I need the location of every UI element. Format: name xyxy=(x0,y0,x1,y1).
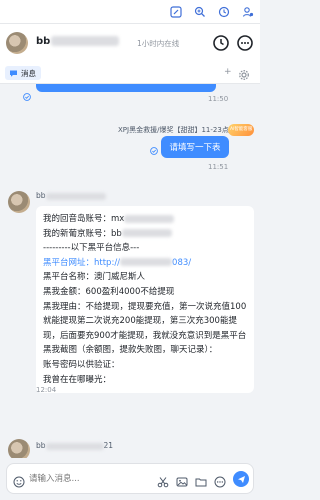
form-line: 我的回音岛账号：mx xyxy=(43,212,247,227)
folder-icon[interactable] xyxy=(195,473,207,487)
tab-bar: 消息 + xyxy=(0,62,260,84)
form-line: 黑我理由：不给提现，提现要充值，第一次说充值100就能提现第二次说充200能提现… xyxy=(43,301,247,341)
timestamp: 11:51 xyxy=(208,163,229,171)
form-line: 账号密码以供验证： xyxy=(43,359,120,370)
form-line: 黑平台网址：http://083/ xyxy=(43,257,192,268)
edit-icon[interactable] xyxy=(168,4,184,20)
form-line: 黑我金额：600盈利4000不给提现 xyxy=(43,286,175,297)
form-line: 黑我截图（余额图，提款失败图，聊天记录）： xyxy=(43,345,218,356)
avatar[interactable] xyxy=(8,439,30,458)
form-line: ---------以下黑平台信息--- xyxy=(43,243,140,254)
tab-messages-label: 消息 xyxy=(21,68,36,78)
sender-name: bb 21 xyxy=(36,441,114,450)
read-check-icon xyxy=(23,86,31,105)
form-message: 我的回音岛账号：mx 我的新葡京账号：bb ---------以下黑平台信息--… xyxy=(36,206,254,394)
ai-badge-label: AI智能客服 xyxy=(230,127,253,132)
redacted-name xyxy=(51,36,120,46)
contact-name: bb xyxy=(36,36,120,47)
tab-messages[interactable]: 消息 xyxy=(5,66,41,80)
form-line: 我的新葡京账号：bb xyxy=(43,227,247,242)
message-icon xyxy=(10,70,17,77)
timestamp: 11:50 xyxy=(208,95,229,103)
read-check-icon xyxy=(150,140,158,159)
avatar[interactable] xyxy=(8,191,30,213)
more-icon[interactable] xyxy=(236,34,254,52)
message-input[interactable] xyxy=(29,471,149,487)
add-tab-icon[interactable]: + xyxy=(224,67,232,77)
image-icon[interactable] xyxy=(176,473,188,487)
history-icon[interactable] xyxy=(216,4,232,20)
chat-area[interactable]: 11:50 XPJ黑金救援/爆奖【甜甜】11-23点在线 AI智能客服 请填写一… xyxy=(0,84,260,458)
contact-name-prefix: bb xyxy=(36,36,51,47)
top-toolbar xyxy=(0,0,260,24)
avatar[interactable] xyxy=(6,32,28,54)
reply-bubble-text: 请填写一下表 xyxy=(169,143,221,153)
sender-name: bb xyxy=(36,191,106,200)
clock-icon[interactable] xyxy=(212,34,230,52)
contacts-icon[interactable] xyxy=(240,4,256,20)
message-input-bar xyxy=(6,463,254,494)
chat-header: bb 1小时内在线 xyxy=(0,24,260,62)
send-icon xyxy=(237,475,245,483)
scissors-icon[interactable] xyxy=(157,473,169,488)
ai-service-badge: AI智能客服 xyxy=(228,124,254,136)
agent-line: XPJ黑金救援/爆奖【甜甜】11-23点在线 xyxy=(118,126,243,134)
reply-bubble: 请填写一下表 xyxy=(161,136,229,158)
send-button[interactable] xyxy=(233,471,249,487)
form-line: 黑平台名称：澳门威尼斯人 xyxy=(43,272,146,283)
timestamp: 12:04 xyxy=(36,386,57,394)
emoji-icon[interactable] xyxy=(13,473,25,488)
outgoing-message-partial xyxy=(36,84,216,92)
settings-icon[interactable] xyxy=(238,66,250,80)
more-options-icon[interactable] xyxy=(214,473,226,488)
form-line: 我曾在在哪曝光： xyxy=(43,374,112,385)
online-status: 1小时内在线 xyxy=(137,39,180,48)
redacted-name xyxy=(45,192,106,200)
sender-name-prefix: bb xyxy=(36,191,46,200)
zoom-icon[interactable] xyxy=(192,4,208,20)
